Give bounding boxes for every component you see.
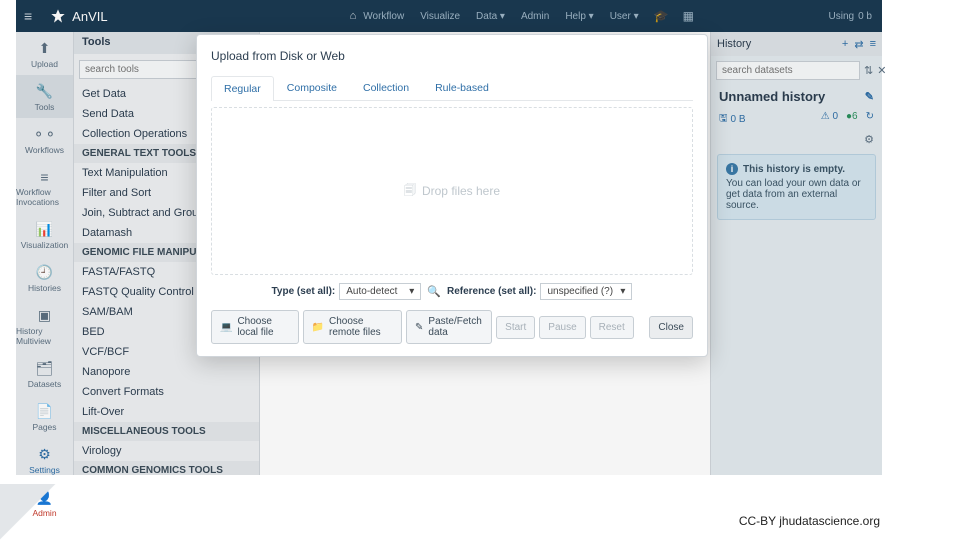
corner-fold-decoration — [0, 484, 56, 540]
reference-select[interactable]: unspecified (?)▾ — [540, 283, 632, 300]
nav-histories[interactable]: 🕘Histories — [16, 256, 73, 299]
history-gear-icon[interactable]: ⚙ — [864, 134, 874, 146]
pause-button[interactable]: Pause — [539, 316, 585, 339]
top-menu: Workflow Visualize Data ▾ Admin Help ▾ U… — [356, 9, 700, 23]
nav-upload[interactable]: ⬆Upload — [16, 32, 73, 75]
history-new-icon[interactable]: + — [842, 38, 848, 51]
apps-grid-icon[interactable]: ▦ — [677, 9, 700, 23]
menu-help[interactable]: Help ▾ — [558, 11, 600, 22]
paste-fetch-button[interactable]: ✎Paste/Fetch data — [406, 310, 492, 344]
drop-zone[interactable]: 🗐 Drop files here — [211, 107, 693, 275]
choose-local-file-button[interactable]: 💻Choose local file — [211, 310, 299, 344]
education-icon[interactable]: 🎓 — [648, 9, 675, 23]
history-warn-count[interactable]: ⚠ 0 — [821, 111, 838, 128]
history-empty-box: iThis history is empty. You can load you… — [717, 154, 876, 220]
edit-icon: ✎ — [415, 322, 423, 333]
brand-text: AnVIL — [72, 9, 107, 24]
nav-visualization[interactable]: 📊Visualization — [16, 213, 73, 256]
menu-hamburger-icon[interactable]: ≡ — [16, 8, 40, 24]
history-search-input[interactable] — [716, 61, 860, 80]
tool-category[interactable]: Nanopore — [74, 362, 259, 382]
upload-modal: Upload from Disk or Web Regular Composit… — [196, 34, 708, 357]
menu-visualize[interactable]: Visualize — [413, 11, 467, 22]
menu-user[interactable]: User ▾ — [603, 11, 646, 22]
close-button[interactable]: Close — [649, 316, 693, 339]
tab-regular[interactable]: Regular — [211, 76, 274, 101]
history-filter-icon[interactable]: ⇅ — [864, 64, 873, 77]
type-detect-icon[interactable]: 🔍 — [425, 285, 443, 298]
nav-workflows[interactable]: ⚬⚬Workflows — [16, 118, 73, 161]
nav-settings[interactable]: ⚙Settings — [16, 438, 73, 481]
reset-button[interactable]: Reset — [590, 316, 634, 339]
menu-data[interactable]: Data ▾ — [469, 11, 512, 22]
nav-history-multiview[interactable]: ▣History Multiview — [16, 299, 73, 352]
edit-history-name-icon[interactable]: ✎ — [865, 90, 874, 103]
nav-tools[interactable]: 🔧Tools — [16, 75, 73, 118]
choose-remote-files-button[interactable]: 📁Choose remote files — [303, 310, 402, 344]
history-options-icon[interactable]: ≡ — [870, 38, 876, 51]
tool-category[interactable]: Lift-Over — [74, 402, 259, 422]
menu-workflow[interactable]: Workflow — [356, 11, 411, 22]
info-icon: i — [726, 163, 738, 175]
history-switch-icon[interactable]: ⇄ — [854, 38, 863, 51]
history-name[interactable]: Unnamed history — [719, 89, 825, 104]
tool-category[interactable]: Virology — [74, 441, 259, 461]
files-icon: 🗐 — [404, 181, 416, 202]
menu-admin[interactable]: Admin — [514, 11, 556, 22]
nav-workflow-invocations[interactable]: ≡Workflow Invocations — [16, 161, 73, 213]
upload-tabs: Regular Composite Collection Rule-based — [211, 75, 693, 101]
brand-logo[interactable]: AnVIL — [40, 8, 117, 24]
history-ok-count[interactable]: ●6 — [846, 111, 858, 128]
history-refresh-icon[interactable]: ↻ — [866, 111, 874, 128]
type-select[interactable]: Auto-detect▾ — [339, 283, 421, 300]
history-title: History — [717, 38, 751, 50]
left-nav: ⬆Upload🔧Tools⚬⚬Workflows≡Workflow Invoca… — [16, 32, 74, 475]
type-label: Type (set all): — [272, 286, 336, 297]
tool-category: MISCELLANEOUS TOOLS — [74, 422, 259, 441]
tab-collection[interactable]: Collection — [350, 75, 422, 100]
disk-icon: 🖫 — [719, 111, 728, 128]
attribution-text: CC-BY jhudatascience.org — [739, 514, 880, 528]
laptop-icon: 💻 — [220, 322, 232, 333]
folder-icon: 📁 — [312, 322, 324, 333]
history-panel: History + ⇄ ≡ ⇅ ✕ Unnamed history ✎ — [710, 32, 882, 475]
tab-composite[interactable]: Composite — [274, 75, 350, 100]
reference-label: Reference (set all): — [447, 286, 536, 297]
quota-indicator: Using0 b — [829, 11, 882, 22]
nav-pages[interactable]: 📄Pages — [16, 395, 73, 438]
tool-category: COMMON GENOMICS TOOLS — [74, 461, 259, 475]
history-clear-icon[interactable]: ✕ — [877, 64, 886, 77]
history-size: 0 B — [731, 114, 746, 125]
start-button[interactable]: Start — [496, 316, 535, 339]
nav-datasets[interactable]: 🗂Datasets — [16, 352, 73, 395]
modal-title: Upload from Disk or Web — [211, 49, 693, 63]
home-icon[interactable]: ⌂ — [350, 10, 357, 22]
tab-rule-based[interactable]: Rule-based — [422, 75, 502, 100]
tool-category[interactable]: Convert Formats — [74, 382, 259, 402]
